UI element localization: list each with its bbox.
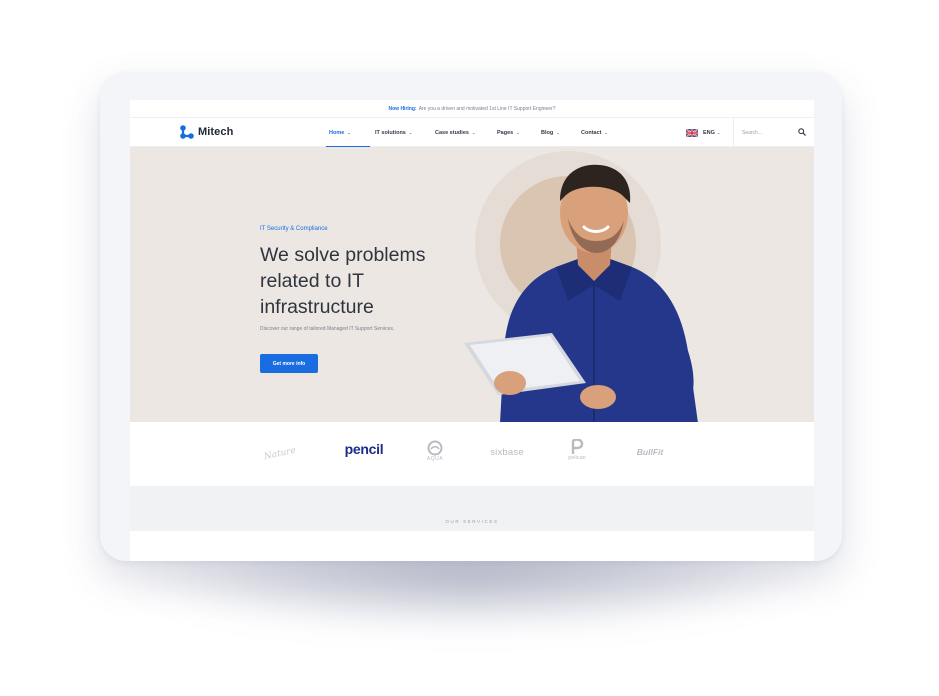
main-navigation: Mitech Home ⌄ IT solutions ⌄ Case studies ⌄…	[130, 118, 814, 147]
chevron-down-icon: ⌄	[556, 130, 560, 135]
get-more-info-button[interactable]: Get more info	[260, 354, 318, 373]
search-input[interactable]	[742, 127, 792, 138]
brand-logo-text: BullFit	[636, 447, 664, 457]
aqua-wave-icon	[427, 440, 443, 456]
chevron-down-icon: ⌄	[408, 130, 413, 135]
hero-headline: We solve problems related to IT infrastr…	[260, 244, 426, 318]
brand-logo-text: AQUA	[426, 456, 444, 462]
brand-logo-bullfit[interactable]: BullFit	[624, 442, 676, 462]
nav-item-it-solutions[interactable]: IT solutions ⌄	[375, 118, 425, 147]
primary-menu: Home ⌄ IT solutions ⌄ Case studies ⌄ Pages ⌄…	[326, 118, 621, 147]
hero-subtext: Discover our range of tailored Managed I…	[260, 326, 395, 332]
chevron-down-icon: ⌄	[471, 130, 476, 135]
site-logo[interactable]: Mitech	[179, 124, 233, 140]
brand-logo-text: pencil	[344, 441, 384, 457]
tablet-device-frame: Now Hiring: Are you a driven and motivat…	[100, 72, 842, 561]
brand-logo-script[interactable]: Nature	[258, 440, 301, 468]
hiring-message: Are you a driven and motivated 1st Line …	[418, 105, 556, 112]
chevron-down-icon: ⌄	[604, 130, 608, 135]
brand-logo-pencil[interactable]: pencil	[340, 438, 388, 460]
nav-item-label: Pages	[497, 129, 514, 136]
brand-logo-text: Nature	[263, 445, 297, 463]
nav-item-pages[interactable]: Pages ⌄	[497, 118, 531, 147]
language-label: ENG	[703, 129, 715, 136]
services-section-label: OUR SERVICES	[445, 519, 499, 524]
brand-logo-pelican[interactable]: pelican	[560, 432, 594, 468]
uk-flag-icon	[686, 128, 698, 137]
nav-item-blog[interactable]: Blog ⌄	[541, 118, 571, 147]
language-selector[interactable]: ENG ⌄	[686, 118, 720, 147]
brand-logo-sixbase[interactable]: sixbase	[482, 442, 532, 462]
our-services-section: OUR SERVICES	[130, 486, 814, 531]
nav-item-label: Home	[329, 129, 345, 136]
hiring-highlight: Now Hiring:	[388, 105, 417, 112]
brand-logo-aqua[interactable]: AQUA	[418, 434, 452, 468]
nav-item-case-studies[interactable]: Case studies ⌄	[435, 118, 487, 147]
nav-item-home[interactable]: Home ⌄	[326, 118, 370, 147]
client-logos-strip: Nature pencil AQUA sixbase pelican BullF…	[130, 422, 814, 486]
logo-text: Mitech	[198, 126, 234, 138]
hero-eyebrow: IT Security & Compliance	[260, 226, 328, 232]
mitech-logo-icon	[180, 125, 194, 139]
hiring-topbar[interactable]: Now Hiring: Are you a driven and motivat…	[130, 100, 814, 118]
brand-logo-text: pelican	[568, 455, 586, 461]
chevron-down-icon: ⌄	[716, 130, 721, 135]
chevron-down-icon: ⌄	[347, 130, 351, 135]
brand-logo-text: sixbase	[490, 446, 524, 458]
search-icon[interactable]	[798, 128, 806, 136]
search-box	[733, 118, 814, 147]
hero-person-with-tablet-image	[464, 164, 698, 422]
chevron-down-icon: ⌄	[516, 130, 520, 135]
pelican-mark-icon	[571, 439, 584, 454]
hero-section: IT Security & Compliance We solve proble…	[130, 147, 814, 422]
nav-item-contact[interactable]: Contact ⌄	[581, 118, 621, 147]
nav-item-label: Contact	[581, 129, 602, 136]
nav-item-label: IT solutions	[375, 129, 406, 136]
nav-item-label: Case studies	[435, 129, 469, 136]
nav-item-label: Blog	[541, 129, 554, 136]
website-screen: Now Hiring: Are you a driven and motivat…	[130, 100, 814, 561]
